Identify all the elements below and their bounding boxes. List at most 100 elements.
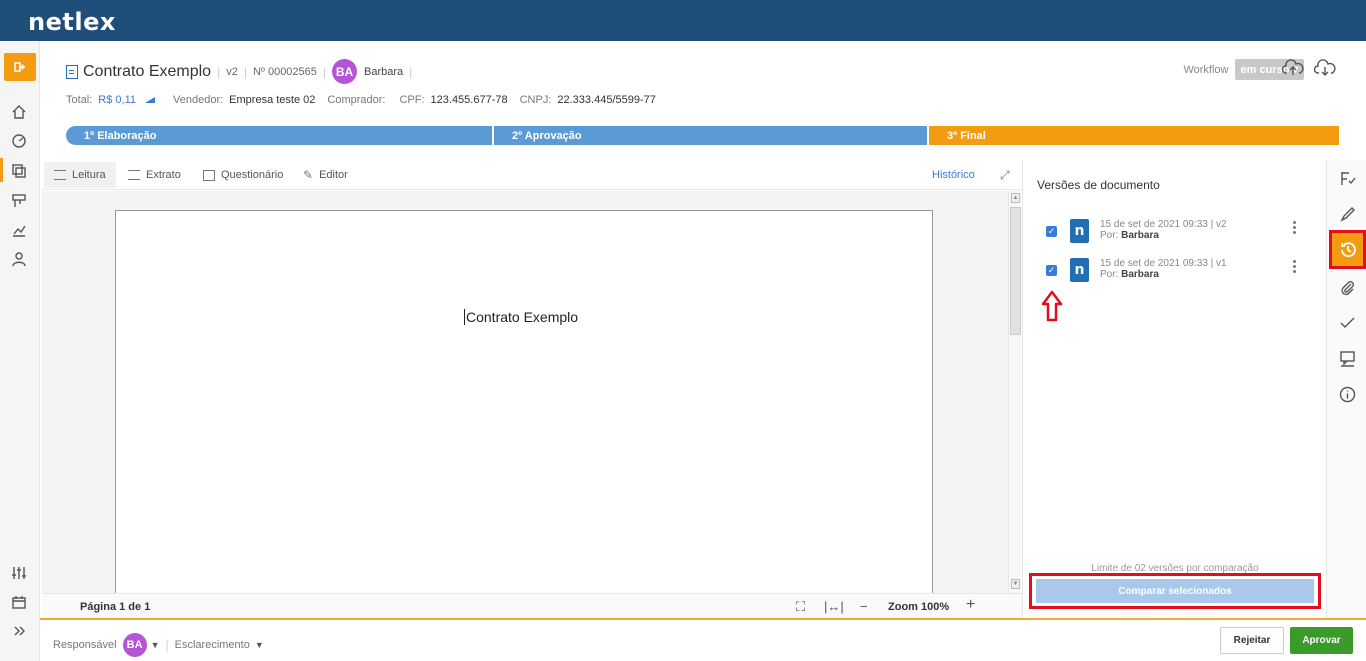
total-label: Total:: [66, 94, 93, 106]
new-document-button[interactable]: [4, 53, 36, 81]
responsible-avatar[interactable]: BA: [122, 633, 147, 657]
version-author-name: Barbara: [1121, 269, 1159, 280]
version-author-label: Por:: [1100, 269, 1119, 280]
signature-icon[interactable]: [1337, 203, 1357, 223]
cloud-upload-icon[interactable]: [1282, 59, 1304, 77]
document-title-row: Contrato Exemplo | v2 | Nº 00002565 | BA…: [66, 59, 418, 84]
viewer-scrollbar[interactable]: ▲ ▼: [1008, 191, 1021, 593]
workflow-label: Workflow: [1183, 63, 1229, 76]
tab-extrato-label: Extrato: [146, 169, 181, 181]
right-toolbar: [1326, 160, 1366, 618]
attachment-icon[interactable]: [1337, 277, 1357, 297]
version-author-label: Por:: [1100, 230, 1119, 241]
annotation-arrow-icon: [1041, 290, 1063, 322]
fit-page-icon[interactable]: ⛶: [796, 599, 805, 615]
total-value[interactable]: R$ 0,11: [98, 94, 136, 106]
filters-icon[interactable]: [10, 564, 28, 582]
zoom-out-icon[interactable]: −: [860, 599, 868, 614]
fullscreen-icon[interactable]: ⤢: [1000, 168, 1010, 183]
calendar-icon[interactable]: [10, 593, 28, 611]
left-nav: [0, 41, 40, 661]
expand-nav-icon[interactable]: [10, 622, 28, 640]
owner-name: Barbara: [364, 65, 404, 78]
version-checkbox[interactable]: ✓: [1046, 226, 1057, 237]
version-author-name: Barbara: [1121, 230, 1159, 241]
tab-questionario-label: Questionário: [221, 169, 284, 181]
cloud-download-icon[interactable]: [1314, 59, 1336, 77]
scrollbar-thumb[interactable]: [1010, 207, 1021, 335]
tab-editor-label: Editor: [319, 169, 348, 181]
stage-1[interactable]: 1º Elaboração: [66, 126, 492, 145]
history-icon: [1340, 241, 1356, 257]
version-author: Por: Barbara: [1100, 230, 1159, 241]
check-icon[interactable]: [1337, 312, 1357, 332]
netlex-logo[interactable]: netlex: [28, 8, 116, 36]
compare-selected-button[interactable]: Comparar selecionados: [1036, 579, 1314, 603]
version-checkbox[interactable]: ✓: [1046, 265, 1057, 276]
cnpj-value: 22.333.445/5599-77: [557, 94, 656, 106]
flag-check-icon[interactable]: [1337, 168, 1357, 188]
top-bar: netlex: [0, 0, 1366, 41]
reject-button[interactable]: Rejeitar: [1220, 627, 1284, 654]
document-number: Nº 00002565: [252, 65, 317, 78]
history-toggle-button[interactable]: [1329, 230, 1366, 269]
compare-highlight: Comparar selecionados: [1029, 573, 1321, 609]
clarification-dropdown[interactable]: Esclarecimento: [175, 639, 250, 651]
user-icon[interactable]: [10, 250, 28, 268]
seller-value: Empresa teste 02: [229, 94, 316, 106]
document-meta-row: Total: R$ 0,11 Vendedor: Empresa teste 0…: [66, 94, 668, 106]
workflow-stages: 1º Elaboração 2º Aprovação 3º Final: [66, 126, 1339, 145]
approve-button[interactable]: Aprovar: [1290, 627, 1353, 654]
chevron-down-icon[interactable]: ▼: [151, 640, 160, 650]
stage-3[interactable]: 3º Final: [927, 126, 1339, 145]
documents-icon[interactable]: [0, 158, 28, 182]
tab-questionario[interactable]: Questionário: [193, 162, 293, 188]
chevron-down-icon[interactable]: ▼: [255, 640, 264, 650]
tab-leitura[interactable]: Leitura: [44, 162, 116, 188]
versions-panel-title: Versões de documento: [1037, 178, 1160, 192]
version-author: Por: Barbara: [1100, 269, 1159, 280]
seller-label: Vendedor:: [173, 94, 224, 106]
version-item[interactable]: ✓ n 15 de set de 2021 09:33 | v2 Por: Ba…: [1043, 213, 1323, 247]
buyer-label: Comprador:: [327, 94, 386, 106]
page-bar: Página 1 de 1 ⛶ |↔| − Zoom 100% +: [42, 593, 1022, 618]
zoom-level: Zoom 100%: [888, 601, 950, 613]
action-footer: Responsável BA ▼ | Esclarecimento ▼ Reje…: [40, 618, 1366, 661]
dashboard-icon[interactable]: [10, 132, 28, 150]
board-icon[interactable]: [10, 192, 28, 210]
history-link[interactable]: Histórico: [932, 169, 975, 181]
netlex-file-icon: n: [1070, 258, 1089, 282]
cpf-label: CPF:: [399, 94, 425, 106]
view-tabs: Leitura Extrato Questionário ✎ Editor His…: [42, 160, 1022, 190]
zoom-in-icon[interactable]: +: [966, 596, 975, 614]
stage-2[interactable]: 2º Aprovação: [492, 126, 927, 145]
netlex-file-icon: n: [1070, 219, 1089, 243]
document-page[interactable]: Contrato Exemplo: [115, 210, 933, 593]
scroll-down-arrow[interactable]: ▼: [1011, 579, 1020, 589]
owner-avatar[interactable]: BA: [332, 59, 358, 84]
total-expand-icon[interactable]: [145, 97, 156, 103]
comments-icon[interactable]: [1337, 348, 1357, 368]
tab-leitura-label: Leitura: [72, 169, 106, 181]
cpf-value: 123.455.677-78: [430, 94, 508, 106]
scroll-up-arrow[interactable]: ▲: [1011, 193, 1020, 203]
document-viewer: Contrato Exemplo: [42, 191, 1008, 593]
home-icon[interactable]: [10, 103, 28, 121]
document-version: v2: [226, 65, 238, 78]
reports-icon[interactable]: [10, 221, 28, 239]
versions-panel: Versões de documento ✓ n 15 de set de 20…: [1022, 160, 1326, 618]
responsible-label: Responsável: [53, 639, 117, 651]
more-options-icon[interactable]: [1293, 260, 1299, 275]
tab-editor[interactable]: ✎ Editor: [293, 162, 358, 188]
fit-width-icon[interactable]: |↔|: [824, 599, 844, 614]
version-item[interactable]: ✓ n 15 de set de 2021 09:33 | v1 Por: Ba…: [1043, 252, 1323, 286]
version-date: 15 de set de 2021 09:33 | v1: [1100, 258, 1227, 269]
edit-icon: ✎: [303, 168, 314, 182]
tab-extrato[interactable]: Extrato: [118, 162, 191, 188]
more-options-icon[interactable]: [1293, 221, 1299, 236]
questionnaire-icon: [203, 169, 215, 181]
responsible-selector: Responsável BA ▼ | Esclarecimento ▼: [53, 633, 264, 657]
page-content-title: Contrato Exemplo: [464, 309, 579, 325]
info-icon[interactable]: [1337, 384, 1357, 404]
cnpj-label: CNPJ:: [519, 94, 552, 106]
